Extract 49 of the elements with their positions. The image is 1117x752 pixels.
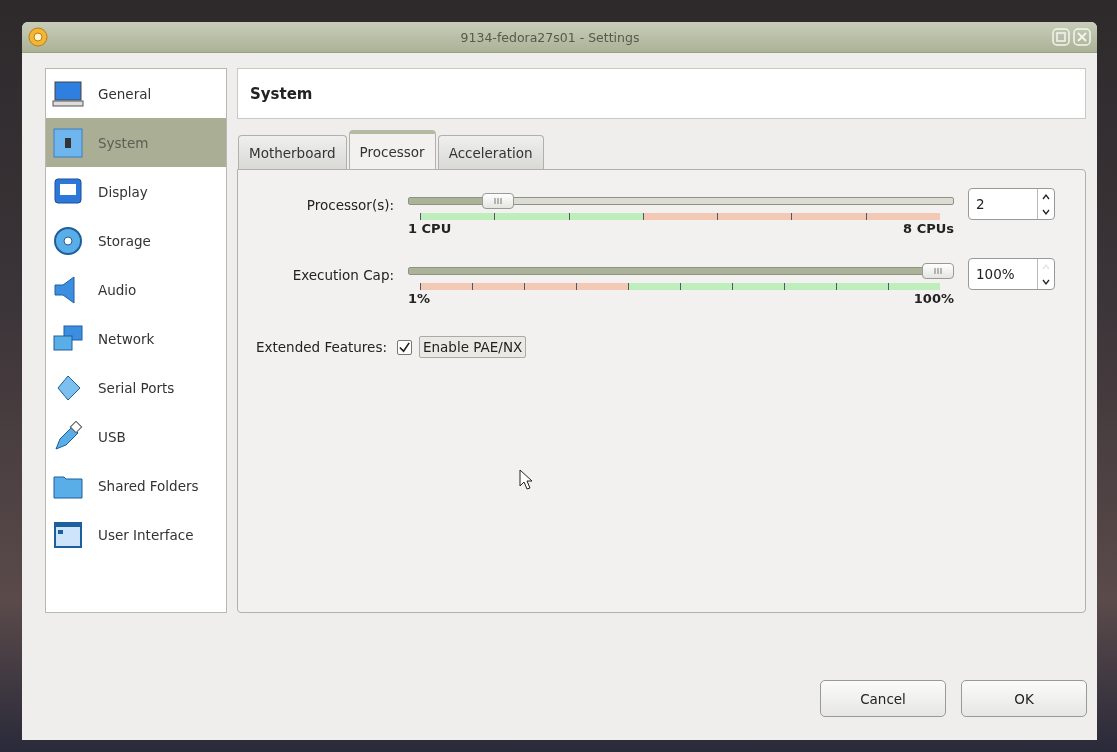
checkbox-label[interactable]: Enable PAE/NX	[419, 336, 527, 358]
sidebar-label: User Interface	[98, 526, 194, 543]
sidebar-item[interactable]: Serial Ports	[46, 363, 226, 412]
sidebar-label: Shared Folders	[98, 477, 199, 494]
sidebar-item[interactable]: USB	[46, 412, 226, 461]
slider-handle[interactable]	[922, 263, 954, 279]
sidebar-item[interactable]: Display	[46, 167, 226, 216]
checkbox[interactable]	[397, 339, 412, 355]
maximize-icon[interactable]	[1052, 28, 1070, 46]
tab[interactable]: Acceleration	[437, 135, 544, 169]
sidebar-item[interactable]: Audio	[46, 265, 226, 314]
slider[interactable]	[408, 193, 954, 209]
sidebar-item[interactable]: Shared Folders	[46, 461, 226, 510]
chip-icon	[52, 126, 84, 159]
sidebar-label: Network	[98, 330, 155, 347]
slider-handle[interactable]	[481, 193, 514, 209]
cancel-button[interactable]: Cancel	[820, 680, 946, 717]
slider[interactable]	[408, 263, 954, 279]
sidebar-label: Serial Ports	[98, 379, 175, 396]
spin-value: 2	[975, 196, 986, 212]
close-icon[interactable]	[1073, 28, 1091, 46]
page-title: System	[250, 84, 313, 103]
mouse-pointer-icon	[519, 469, 533, 491]
field-label: Extended Features:	[255, 338, 388, 357]
tab[interactable]: Motherboard	[238, 135, 347, 169]
field-label: Execution Cap:	[291, 266, 395, 285]
sidebar-label: System	[98, 134, 149, 151]
field-label: Processor(s):	[305, 196, 395, 215]
spin-box[interactable]: 100%	[968, 258, 1055, 290]
sidebar-item[interactable]: User Interface	[46, 510, 226, 559]
min-label: 1 CPU	[408, 221, 452, 236]
sidebar-item[interactable]: General	[46, 69, 226, 118]
tab[interactable]: Processor	[348, 130, 436, 169]
sidebar-label: Audio	[98, 281, 137, 298]
max-label: 8 CPUs	[903, 221, 954, 236]
sidebar-label: Storage	[98, 232, 151, 249]
usb-icon	[52, 420, 84, 453]
sidebar-item[interactable]: Network	[46, 314, 226, 363]
ok-button[interactable]: OK	[961, 680, 1087, 717]
spin-value: 100%	[975, 266, 1016, 282]
spin-box[interactable]: 2	[968, 188, 1055, 220]
sidebar-label: General	[98, 85, 152, 102]
sidebar-label: Display	[98, 183, 148, 200]
disk-icon	[52, 224, 84, 257]
sidebar-label: USB	[98, 428, 126, 445]
min-label: 1%	[408, 291, 431, 306]
window-title: 9134-fedora27s01 - Settings	[459, 29, 641, 45]
max-label: 100%	[913, 291, 954, 306]
sidebar-item[interactable]: Storage	[46, 216, 226, 265]
